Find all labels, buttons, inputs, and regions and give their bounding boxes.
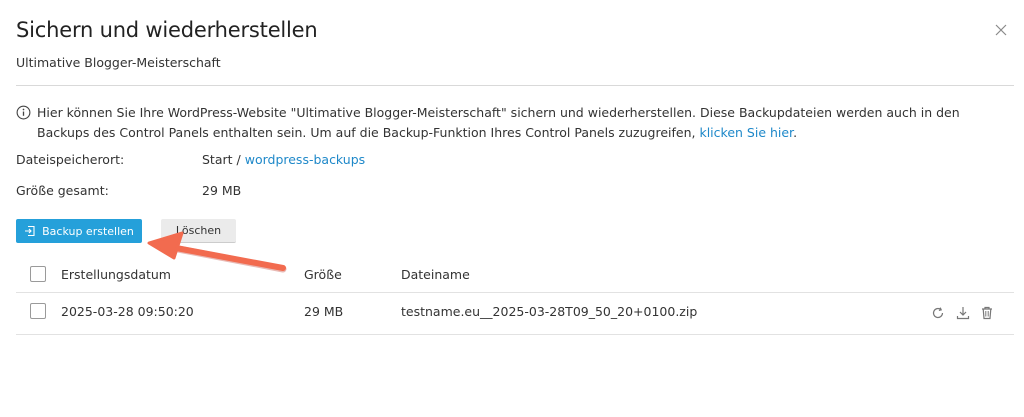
size-label: Größe gesamt: [16,183,109,198]
table-row-divider [16,334,1014,335]
row-size: 29 MB [304,304,344,319]
close-button[interactable] [990,19,1012,41]
row-date: 2025-03-28 09:50:20 [61,304,194,319]
info-message: Hier können Sie Ihre WordPress-Website "… [16,103,1001,143]
close-icon [995,24,1007,36]
restore-icon [932,307,944,319]
header-divider [16,85,1014,86]
backup-icon [25,225,35,237]
size-value: 29 MB [202,183,242,198]
table-header-divider [16,292,1014,293]
row-checkbox[interactable] [30,303,46,319]
info-trailing: . [793,125,798,140]
location-value: Start / wordpress-backups [202,152,365,168]
delete-row-button[interactable] [979,305,995,321]
folder-link[interactable]: wordpress-backups [245,152,365,167]
column-header-filename[interactable]: Dateiname [401,267,470,283]
info-text: Hier können Sie Ihre WordPress-Website "… [37,105,960,140]
location-separator: / [232,152,245,167]
control-panel-link[interactable]: klicken Sie hier [699,125,793,140]
info-icon [16,105,31,120]
column-header-date[interactable]: Erstellungsdatum [61,267,171,283]
trash-icon [982,306,992,320]
create-backup-label: Backup erstellen [42,224,134,238]
location-label: Dateispeicherort: [16,152,125,167]
download-icon [956,307,970,320]
download-button[interactable] [955,305,971,321]
row-filename: testname.eu__2025-03-28T09_50_20+0100.zi… [401,304,698,319]
select-all-checkbox[interactable] [30,266,46,282]
location-root: Start [202,152,233,167]
column-header-size[interactable]: Größe [304,267,342,283]
dialog-title: Sichern und wiederherstellen [16,18,318,42]
delete-button[interactable]: Löschen [161,219,236,243]
site-name: Ultimative Blogger-Meisterschaft [16,55,221,70]
restore-button[interactable] [930,305,946,321]
create-backup-button[interactable]: Backup erstellen [16,219,142,243]
